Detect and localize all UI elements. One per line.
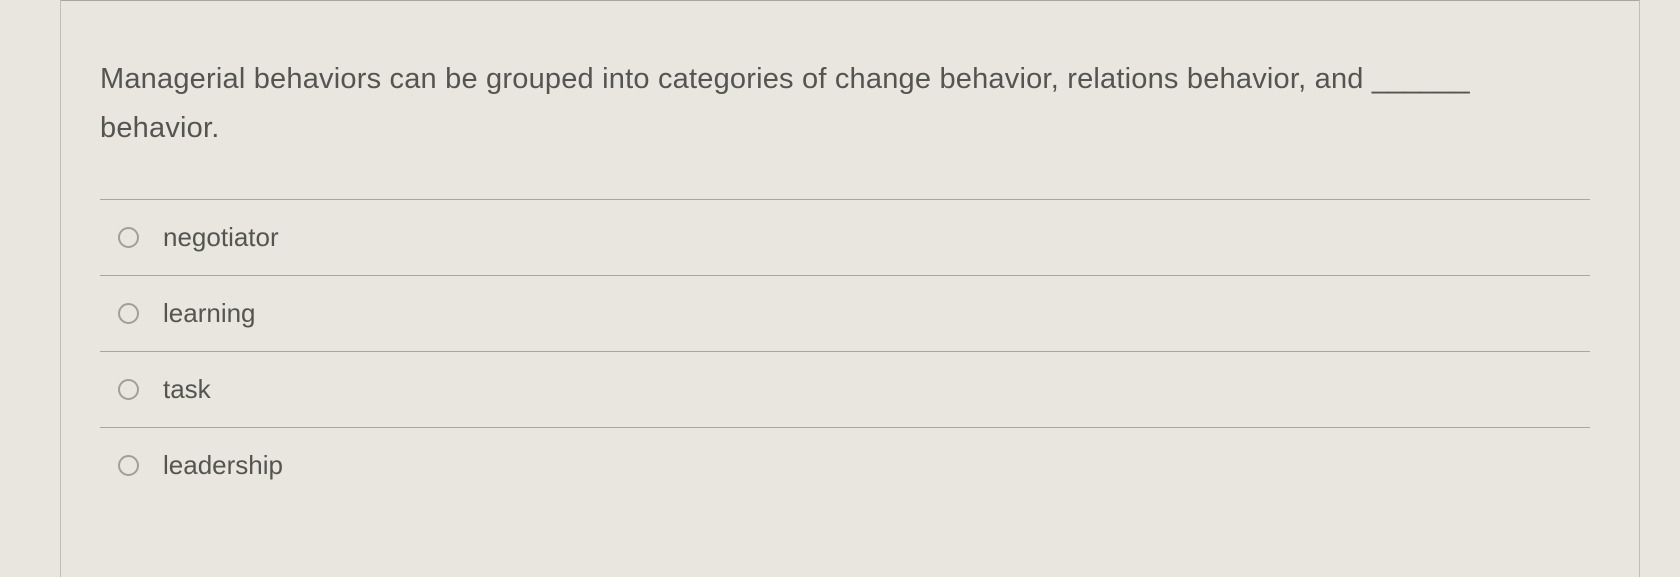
option-label: negotiator: [163, 222, 279, 253]
option-negotiator[interactable]: negotiator: [100, 199, 1590, 275]
radio-icon: [118, 379, 139, 400]
option-task[interactable]: task: [100, 351, 1590, 427]
options-list: negotiator learning task leadership: [100, 199, 1590, 503]
radio-icon: [118, 455, 139, 476]
radio-icon: [118, 303, 139, 324]
option-label: learning: [163, 298, 256, 329]
question-container: Managerial behaviors can be grouped into…: [0, 0, 1680, 523]
option-learning[interactable]: learning: [100, 275, 1590, 351]
option-leadership[interactable]: leadership: [100, 427, 1590, 503]
radio-icon: [118, 227, 139, 248]
option-label: task: [163, 374, 211, 405]
question-text: Managerial behaviors can be grouped into…: [100, 55, 1590, 154]
option-label: leadership: [163, 450, 283, 481]
